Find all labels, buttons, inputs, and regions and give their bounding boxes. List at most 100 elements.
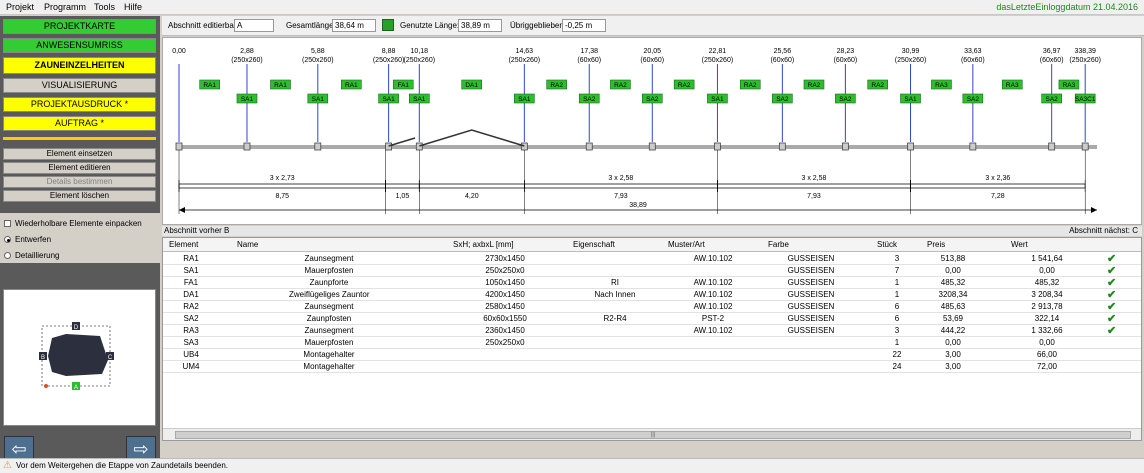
column-header[interactable]: Preis [927,240,945,249]
cell-name: Zaunpforte [309,278,349,287]
pack-elements-checkbox[interactable]: Wiederholbare Elemente einpacken [4,219,142,228]
cell-name: Montagehalter [303,362,355,371]
cell-pattern: PST-2 [701,314,725,323]
post-size-label: (60x60) [1040,57,1064,64]
column-header[interactable]: SxH; axbxL [mm] [453,240,514,249]
fence-drawing-canvas[interactable]: 0,00 2,88 (250x260) 5,88 (250x260) 8,88 (250x2… [162,37,1142,225]
element-tag-label: RA1 [274,82,287,89]
table-row[interactable]: SA2 Zaunpfosten 60x60x1550 R2-R4 PST-2 GUSSEI… [163,313,1141,325]
details-button[interactable]: Details bestimmen [3,176,156,188]
total-length-input[interactable]: 38,64 m [332,19,376,32]
table-row[interactable]: UM4 Montagehalter 24 3,00 72,00 [163,361,1141,373]
column-header[interactable]: Wert [1011,240,1028,249]
element-tag-label: SA2 [646,96,659,103]
cell-value: 1 541,64 [1031,254,1063,263]
draft-radio[interactable]: Entwerfen [4,235,51,244]
dimension-label: 8,75 [275,193,289,200]
cell-color: GUSSEISEN [787,266,835,275]
element-delete-button[interactable]: Element löschen [3,190,156,202]
table-row[interactable]: RA2 Zaunsegment 2580x1450 AW.10.102 GUSSEISE… [163,301,1141,313]
table-row[interactable]: SA3 Mauerpfosten 250x250x0 1 0,00 0,00 [163,337,1141,349]
table-row[interactable]: DA1 Zweiflügeliges Zauntor 4200x1450 Nach I… [163,289,1141,301]
element-tag-label: SA1 [382,96,395,103]
cell-el: SA1 [183,266,199,275]
table-row[interactable]: UB4 Montagehalter 22 3,00 66,00 [163,349,1141,361]
post-position-label: 8,88 [382,48,396,55]
element-tag-label: SA3C1 [1075,96,1096,103]
column-header[interactable]: Farbe [768,240,789,249]
table-row[interactable]: SA1 Mauerpfosten 250x250x0 GUSSEISEN 7 0,00 0,… [163,265,1141,277]
cell-size: 2730x1450 [485,254,525,263]
cell-el: RA3 [183,326,199,335]
outline-preview[interactable]: D B C A [3,289,156,426]
element-tag-label: SA2 [839,96,852,103]
cell-price: 0,00 [945,266,961,275]
section-next[interactable]: Abschnitt nächst: C [1069,226,1138,235]
post-size-label: (250x260) [404,57,436,64]
section-prev[interactable]: Abschnitt vorher B [164,226,229,235]
nav-zauneinzelheiten[interactable]: ZAUNEINZELHEITEN [3,57,156,74]
post-position-label: 33,63 [964,48,982,55]
post-mark [1048,142,1056,151]
cell-pattern: AW.10.102 [693,254,733,263]
post-position-label: 20,05 [644,48,662,55]
cell-price: 513,88 [940,254,966,263]
cell-size: 60x60x1550 [483,314,527,323]
nav-auftrag[interactable]: AUFTRAG * [3,116,156,131]
column-header[interactable]: Stück [877,240,897,249]
section-input[interactable]: A [234,19,274,32]
preview-label-d: D [74,325,79,331]
dimension-label: 7,28 [991,193,1005,200]
menu-tools[interactable]: Tools [94,2,115,12]
element-tag-label: RA2 [871,82,884,89]
elements-table: Element Name SxH; axbxL [mm] Eigenschaft Mus… [162,237,1142,441]
menu-programm[interactable]: Programm [44,2,86,12]
post-position-label: 28,23 [837,48,855,55]
equals-icon[interactable] [382,19,394,31]
post-size-label: (250x260) [702,57,734,64]
element-tag-label: SA2 [967,96,980,103]
menu-hilfe[interactable]: Hilfe [124,2,142,12]
cell-el: DA1 [183,290,199,299]
dimension-label: 3 x 2,36 [985,175,1010,182]
remaining-input: -0,25 m [562,19,606,32]
nav-projektausdruck[interactable]: PROJEKTAUSDRUCK * [3,97,156,112]
cell-price: 444,22 [940,326,966,335]
detail-radio[interactable]: Detaillierung [4,251,59,260]
fence-drawing[interactable]: 0,00 2,88 (250x260) 5,88 (250x260) 8,88 (250x2… [163,38,1141,224]
element-tag-label: RA2 [550,82,563,89]
post-mark [415,142,423,151]
post-mark [314,142,322,151]
menu-projekt[interactable]: Projekt [6,2,34,12]
dimension-label: 4,20 [465,193,479,200]
table-row[interactable]: FA1 Zaunpforte 1050x1450 RI AW.10.102 GUSSEIS… [163,277,1141,289]
post-mark [778,142,786,151]
status-bar: ⚠ Vor dem Weitergehen die Etappe von Zau… [0,458,1144,473]
table-row[interactable]: RA3 Zaunsegment 2360x1450 AW.10.102 GUSSEISE… [163,325,1141,337]
section-label: Abschnitt editierbar: [168,21,239,30]
post-position-label: 22,81 [709,48,727,55]
column-header[interactable]: Eigenschaft [573,240,615,249]
table-row[interactable]: RA1 Zaunsegment 2730x1450 AW.10.102 GUSSEISE… [163,253,1141,265]
post-mark [1081,142,1089,151]
nav-visualisierung[interactable]: VISUALISIERUNG [3,78,156,93]
element-edit-button[interactable]: Element editieren [3,162,156,174]
section-nav-bar: Abschnitt vorher B Abschnitt nächst: C [162,226,1142,236]
horizontal-scrollbar[interactable]: ||| [163,428,1141,440]
cell-color: GUSSEISEN [787,302,835,311]
element-tag-label: FA1 [397,82,409,89]
element-tag-label: SA2 [583,96,596,103]
column-header[interactable]: Name [237,240,258,249]
element-tag-label: SA1 [518,96,531,103]
post-size-label: (250x260) [302,57,334,64]
nav-projektkarte[interactable]: PROJEKTKARTE [3,19,156,34]
column-header[interactable]: Element [169,240,198,249]
column-header[interactable]: Muster/Art [668,240,705,249]
cell-pattern: AW.10.102 [693,302,733,311]
cell-name: Mauerpfosten [304,266,354,275]
post-size-label: (250x260) [895,57,927,64]
element-insert-button[interactable]: Element einsetzen [3,148,156,160]
cell-name: Montagehalter [303,350,355,359]
post-size-label: (60x60) [640,57,664,64]
nav-anwesensumriss[interactable]: ANWESENSUMRISS [3,38,156,53]
